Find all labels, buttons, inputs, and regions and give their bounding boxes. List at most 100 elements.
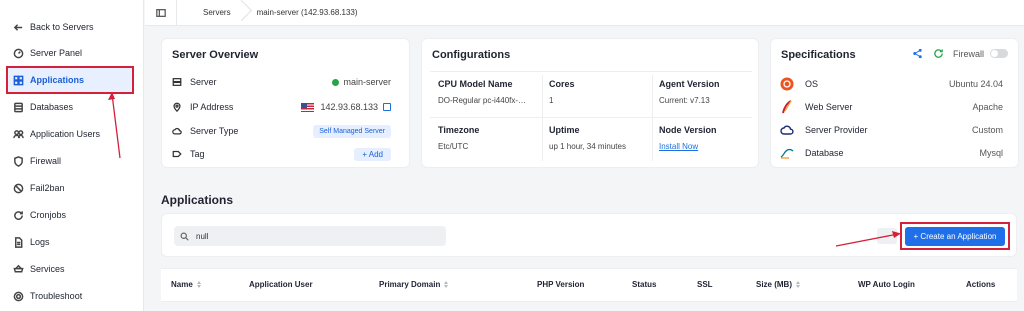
sidebar-item-firewall[interactable]: Firewall — [8, 150, 136, 172]
filter-button[interactable] — [877, 228, 897, 244]
sidebar-item-label: Fail2ban — [30, 183, 65, 193]
share-icon[interactable] — [912, 48, 923, 59]
column-header-wp-auto-login: WP Auto Login — [858, 280, 915, 289]
sidebar-item-label: Databases — [30, 102, 74, 112]
create-application-button[interactable]: + Create an Application — [905, 226, 1005, 246]
spec-value: Mysql — [979, 148, 1003, 158]
server-type-badge: Self Managed Server — [313, 124, 391, 138]
search-icon — [180, 232, 189, 241]
column-label: Status — [632, 280, 657, 289]
sidebar-item-label: Application Users — [30, 129, 101, 139]
server-value: main-server — [332, 77, 391, 87]
overview-label: IP Address — [190, 102, 234, 112]
sidebar-item-fail2ban[interactable]: Fail2ban — [8, 177, 136, 199]
column-header-primary-domain[interactable]: Primary Domain — [379, 280, 449, 289]
sidebar-item-logs[interactable]: Logs — [8, 231, 136, 253]
sidebar-item-application-users[interactable]: Application Users — [8, 123, 136, 145]
sidebar-item-services[interactable]: Services — [8, 258, 136, 280]
online-status-dot — [332, 78, 340, 86]
sidebar: Back to Servers Server Panel Application… — [0, 0, 144, 311]
firewall-toggle-label: Firewall — [953, 48, 985, 59]
apps-icon — [12, 74, 24, 86]
divider — [542, 75, 543, 161]
cfg-label: Node Version — [659, 125, 717, 135]
cfg-label: CPU Model Name — [438, 79, 513, 89]
breadcrumb-servers[interactable]: Servers — [177, 0, 253, 26]
breadcrumb-current: main-server (142.93.68.133) — [256, 8, 358, 17]
ip-address: 142.93.68.133 — [320, 102, 378, 112]
file-icon — [12, 236, 24, 248]
database-icon — [12, 101, 24, 113]
cloud-icon — [779, 122, 795, 138]
overview-label: Tag — [190, 149, 205, 159]
applications-table-header: Name Application User Primary Domain PHP… — [161, 268, 1017, 302]
shield-icon — [12, 155, 24, 167]
sidebar-item-back-to-servers[interactable]: Back to Servers — [8, 16, 136, 38]
arrow-left-icon — [12, 21, 24, 33]
copy-icon[interactable] — [383, 103, 391, 111]
spec-webserver-row: Web Server Apache — [779, 96, 1015, 118]
refresh-icon — [12, 209, 24, 221]
card-title: Specifications — [781, 49, 856, 61]
location-pin-icon — [172, 102, 184, 112]
apache-feather-icon — [779, 99, 795, 115]
tag-value: + Add — [354, 147, 391, 161]
overview-label: Server Type — [190, 126, 239, 136]
applications-section-title: Applications — [161, 193, 234, 207]
agent-version-cell: Agent Version Current: v7.13 — [659, 79, 720, 105]
divider — [430, 71, 752, 72]
cfg-value: up 1 hour, 34 minutes — [549, 142, 626, 151]
spec-value: Apache — [972, 102, 1003, 112]
refresh-icon[interactable] — [933, 48, 944, 59]
sidebar-item-label: Firewall — [30, 156, 62, 166]
overview-label: Server — [190, 77, 217, 87]
cfg-label: Timezone — [438, 125, 480, 135]
users-icon — [12, 128, 24, 140]
server-overview-card: Server Overview Server main-server IP Ad… — [161, 38, 410, 168]
firewall-toggle[interactable] — [990, 49, 1009, 58]
column-label: Primary Domain — [379, 280, 441, 289]
install-node-link[interactable]: Install Now — [659, 142, 717, 151]
spec-actions: Firewall — [912, 48, 1009, 59]
spec-label: OS — [805, 79, 819, 89]
spec-database-row: Database Mysql — [779, 142, 1015, 164]
column-header-php-version: PHP Version — [537, 280, 584, 289]
spec-provider-row: Server Provider Custom — [779, 119, 1015, 141]
column-label: SSL — [697, 280, 713, 289]
spec-value: Custom — [971, 125, 1003, 135]
specifications-card: Specifications Firewall OS Ubuntu 24.04 … — [770, 38, 1019, 168]
sidebar-toggle-icon[interactable] — [145, 0, 177, 26]
sidebar-item-databases[interactable]: Databases — [8, 96, 136, 118]
sidebar-item-label: Server Panel — [30, 48, 83, 58]
overview-tag-row: Tag + Add — [172, 144, 401, 164]
server-icon — [172, 77, 184, 87]
timezone-cell: Timezone Etc/UTC — [438, 125, 479, 151]
spec-value: Ubuntu 24.04 — [948, 79, 1003, 89]
search-input[interactable] — [196, 231, 436, 241]
column-label: Actions — [966, 280, 996, 289]
column-header-name[interactable]: Name — [171, 280, 201, 289]
sidebar-item-label: Applications — [30, 75, 85, 85]
column-label: WP Auto Login — [858, 280, 915, 289]
sidebar-item-label: Services — [30, 264, 65, 274]
cores-cell: Cores 1 — [549, 79, 575, 105]
column-header-ssl: SSL — [697, 280, 713, 289]
sidebar-item-troubleshoot[interactable]: Troubleshoot — [8, 285, 136, 307]
tag-icon — [172, 149, 184, 159]
divider — [430, 117, 752, 118]
column-header-size[interactable]: Size (MB) — [756, 280, 800, 289]
card-title: Server Overview — [172, 49, 259, 61]
sidebar-item-server-panel[interactable]: Server Panel — [8, 42, 136, 64]
search-box — [174, 226, 446, 246]
cloud-icon — [172, 126, 184, 136]
column-header-application-user: Application User — [249, 280, 313, 289]
gauge-icon — [12, 47, 24, 59]
sidebar-item-applications[interactable]: Applications — [6, 66, 134, 94]
ban-icon — [12, 182, 24, 194]
breadcrumb: Servers main-server (142.93.68.133) — [145, 0, 1024, 26]
sidebar-item-label: Logs — [30, 237, 50, 247]
sidebar-item-cronjobs[interactable]: Cronjobs — [8, 204, 136, 226]
spec-label: Server Provider — [805, 125, 868, 135]
configurations-card: Configurations CPU Model Name DO-Regular… — [421, 38, 759, 168]
add-tag-button[interactable]: + Add — [354, 147, 391, 161]
